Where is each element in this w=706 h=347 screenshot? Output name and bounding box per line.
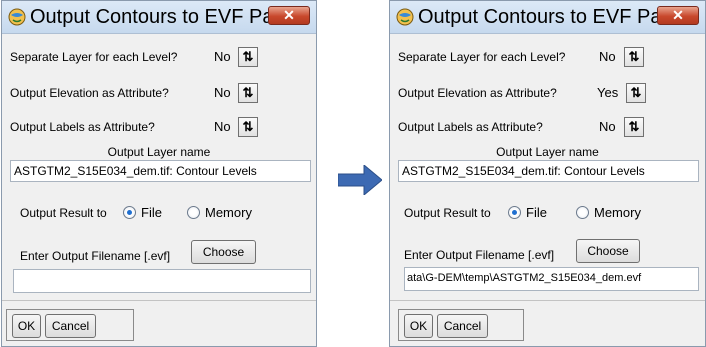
close-icon: ✕ (672, 7, 684, 23)
ok-button[interactable]: OK (12, 314, 41, 338)
sort-arrows-icon: ⇅ (628, 119, 640, 134)
filename-input[interactable]: ata\G-DEM\temp\ASTGTM2_S15E034_dem.evf (404, 267, 699, 291)
output-elevation-toggle[interactable]: ⇅ (238, 83, 258, 103)
file-radio-label: File (526, 205, 547, 220)
memory-radio-label: Memory (594, 205, 641, 220)
layer-name-heading: Output Layer name (107, 145, 211, 159)
layer-name-input[interactable]: ASTGTM2_S15E034_dem.tif: Contour Levels (398, 160, 699, 182)
output-labels-toggle[interactable]: ⇅ (238, 117, 258, 137)
output-result-label: Output Result to (404, 206, 491, 220)
file-radio-label: File (141, 205, 162, 220)
cancel-button[interactable]: Cancel (437, 314, 488, 338)
title-bar: Output Contours to EVF Par... ✕ (2, 1, 316, 34)
dialog-title: Output Contours to EVF Par... (30, 6, 296, 28)
output-elevation-value[interactable]: Yes (597, 85, 618, 100)
memory-radio[interactable] (187, 206, 200, 219)
choose-button[interactable]: Choose (191, 240, 256, 264)
sort-arrows-icon: ⇅ (628, 49, 640, 64)
right-arrow-icon (338, 165, 382, 195)
separate-layer-value[interactable]: No (214, 49, 231, 64)
memory-radio[interactable] (576, 206, 589, 219)
ok-button[interactable]: OK (404, 314, 433, 338)
dialog-title: Output Contours to EVF Par... (418, 6, 684, 28)
output-elevation-value[interactable]: No (214, 85, 231, 100)
output-elevation-label: Output Elevation as Attribute? (398, 86, 557, 100)
output-labels-label: Output Labels as Attribute? (10, 120, 155, 134)
cancel-button[interactable]: Cancel (45, 314, 96, 338)
choose-button[interactable]: Choose (576, 239, 640, 263)
sort-arrows-icon: ⇅ (242, 119, 254, 134)
filename-input[interactable] (13, 269, 311, 293)
close-icon: ✕ (283, 7, 295, 23)
output-labels-label: Output Labels as Attribute? (398, 120, 543, 134)
output-result-label: Output Result to (20, 206, 107, 220)
sort-arrows-icon: ⇅ (630, 85, 642, 100)
separate-layer-toggle[interactable]: ⇅ (238, 47, 258, 67)
file-radio[interactable] (123, 206, 136, 219)
output-labels-value[interactable]: No (599, 119, 616, 134)
close-button[interactable]: ✕ (657, 6, 699, 25)
output-labels-toggle[interactable]: ⇅ (624, 117, 644, 137)
filename-label: Enter Output Filename [.evf] (404, 248, 555, 262)
globe-icon (8, 8, 26, 26)
close-button[interactable]: ✕ (268, 6, 310, 25)
separate-layer-value[interactable]: No (599, 49, 616, 64)
dialog-body: Separate Layer for each Level? No ⇅ Outp… (2, 35, 316, 346)
footer-divider (2, 300, 316, 301)
sort-arrows-icon: ⇅ (242, 49, 254, 64)
memory-radio-label: Memory (205, 205, 252, 220)
title-bar: Output Contours to EVF Par... ✕ (390, 1, 705, 34)
layer-name-heading: Output Layer name (496, 145, 599, 159)
separate-layer-toggle[interactable]: ⇅ (624, 47, 644, 67)
file-radio[interactable] (508, 206, 521, 219)
globe-icon (396, 8, 414, 26)
dialog-body: Separate Layer for each Level? No ⇅ Outp… (390, 35, 705, 346)
footer-divider (390, 300, 705, 301)
separate-layer-label: Separate Layer for each Level? (398, 50, 566, 64)
layer-name-input[interactable]: ASTGTM2_S15E034_dem.tif: Contour Levels (10, 160, 311, 182)
sort-arrows-icon: ⇅ (242, 85, 254, 100)
output-elevation-label: Output Elevation as Attribute? (10, 86, 169, 100)
separate-layer-label: Separate Layer for each Level? (10, 50, 178, 64)
output-labels-value[interactable]: No (214, 119, 231, 134)
output-elevation-toggle[interactable]: ⇅ (626, 83, 646, 103)
dialog-after: Output Contours to EVF Par... ✕ Separate… (389, 0, 706, 347)
dialog-before: Output Contours to EVF Par... ✕ Separate… (1, 0, 317, 347)
filename-label: Enter Output Filename [.evf] (20, 249, 171, 263)
